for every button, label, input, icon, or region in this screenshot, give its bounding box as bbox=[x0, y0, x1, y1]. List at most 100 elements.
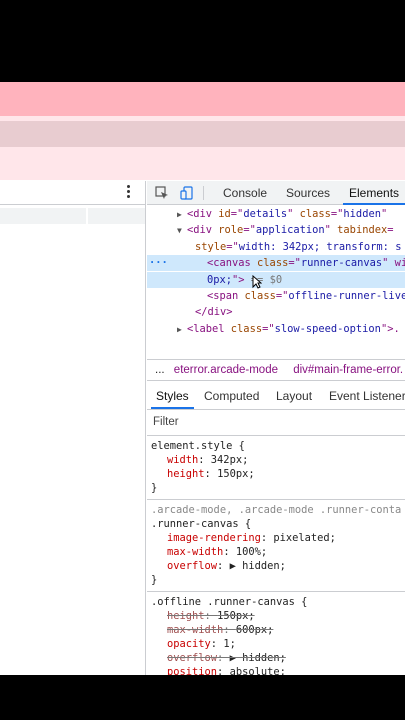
device-toolbar-icon[interactable] bbox=[180, 186, 194, 200]
bottom-letterbox bbox=[0, 675, 405, 720]
css-property-value[interactable]: 342px; bbox=[211, 454, 249, 466]
css-property-name[interactable]: overflow bbox=[167, 652, 217, 664]
dom-token: class bbox=[230, 322, 263, 335]
styles-filter-input[interactable]: Filter bbox=[147, 410, 405, 436]
css-property-value[interactable]: ▶ hidden; bbox=[230, 560, 286, 572]
css-declaration: width: 342px; bbox=[151, 454, 248, 466]
css-colon: : bbox=[217, 666, 230, 675]
dom-token: id bbox=[218, 208, 231, 220]
css-rule-line: element.style { bbox=[151, 439, 405, 453]
css-property-name[interactable]: max-width bbox=[167, 624, 223, 636]
css-rule-line: width: 342px; bbox=[151, 453, 405, 467]
expand-toggle-icon[interactable]: ▶ bbox=[177, 322, 187, 337]
css-property-name[interactable]: overflow bbox=[167, 560, 217, 572]
dom-node-line[interactable]: ▶ <div id="details" class="hidden" bbox=[147, 206, 405, 222]
breadcrumb: ... eterror.arcade-mode div#main-frame-e… bbox=[147, 359, 405, 381]
dom-token: details bbox=[243, 208, 288, 220]
css-colon: : bbox=[223, 624, 236, 636]
dom-token: = bbox=[387, 224, 394, 237]
devtools-panel: Console Sources Elements ▶ <div id="detai… bbox=[147, 181, 405, 675]
css-declaration: max-width: 600px; bbox=[151, 624, 273, 636]
css-declaration: image-rendering: pixelated; bbox=[151, 532, 336, 544]
page-toolbar bbox=[0, 181, 145, 205]
dom-token: ">. bbox=[380, 322, 400, 335]
css-rule-line: opacity: 1; bbox=[151, 637, 405, 651]
css-rule-line: position: absolute; bbox=[151, 665, 405, 675]
dom-node-line[interactable]: 0px;"> == $0 bbox=[147, 271, 405, 288]
dom-node-line[interactable]: ··· <canvas class="runner-canvas" wi bbox=[147, 255, 405, 272]
dom-token: <div bbox=[187, 208, 219, 220]
inspect-element-icon[interactable] bbox=[155, 186, 169, 200]
expand-toggle-icon[interactable]: ▼ bbox=[177, 223, 187, 238]
css-declaration: overflow: ▶ hidden; bbox=[151, 652, 286, 664]
dom-node-dots[interactable]: ··· bbox=[149, 255, 168, 271]
tab-elements[interactable]: Elements bbox=[343, 181, 405, 205]
tab-sources[interactable]: Sources bbox=[286, 181, 330, 205]
breadcrumb-item[interactable]: eterror.arcade-mode bbox=[174, 364, 278, 376]
expand-toggle-icon[interactable]: ▶ bbox=[177, 207, 187, 222]
css-property-value[interactable]: pixelated; bbox=[273, 532, 336, 544]
css-colon: : bbox=[260, 532, 274, 544]
tab-layout[interactable]: Layout bbox=[276, 384, 312, 409]
dom-token: application bbox=[255, 224, 325, 237]
screen: Console Sources Elements ▶ <div id="detai… bbox=[0, 82, 405, 675]
css-rule-line: max-width: 100%; bbox=[151, 545, 405, 559]
css-declaration: overflow: ▶ hidden; bbox=[151, 560, 286, 572]
dom-token: tabindex bbox=[337, 224, 388, 237]
dom-token: <label bbox=[187, 322, 231, 335]
dom-token: class bbox=[244, 290, 276, 302]
tab-console[interactable]: Console bbox=[223, 181, 267, 205]
dom-node-line[interactable]: ▼ <div role="application" tabindex= bbox=[147, 222, 405, 238]
css-property-name[interactable]: position bbox=[167, 666, 217, 675]
breadcrumb-more[interactable]: ... bbox=[155, 364, 165, 376]
css-colon: : bbox=[204, 468, 218, 480]
css-property-value[interactable]: ▶ hidden; bbox=[230, 652, 286, 664]
dom-token: runner-canvas bbox=[300, 257, 383, 270]
dom-node-line[interactable]: ▶ <label class="slow-speed-option">. bbox=[147, 321, 405, 337]
css-selector: .runner-canvas { bbox=[151, 518, 252, 530]
dom-token: =" bbox=[262, 322, 275, 335]
dom-token: </div> bbox=[195, 306, 233, 319]
css-rule[interactable]: .offline .runner-canvas {height: 150px; m… bbox=[147, 592, 405, 675]
tab-styles[interactable]: Styles bbox=[151, 384, 194, 409]
css-property-name[interactable]: image-rendering bbox=[167, 532, 261, 544]
css-property-value[interactable]: 100%; bbox=[236, 546, 267, 558]
tab-computed[interactable]: Computed bbox=[204, 384, 259, 409]
css-property-name[interactable]: width bbox=[167, 454, 198, 466]
dom-token: =" bbox=[288, 257, 301, 270]
page-pane bbox=[0, 181, 146, 675]
css-property-value[interactable]: 150px; bbox=[217, 610, 255, 622]
css-property-name[interactable]: height bbox=[167, 468, 205, 480]
css-rule[interactable]: element.style {width: 342px; height: 150p… bbox=[147, 436, 405, 500]
breadcrumb-item[interactable]: div#main-frame-error. bbox=[293, 364, 403, 376]
dom-token: "> bbox=[232, 273, 245, 286]
css-property-name[interactable]: height bbox=[167, 610, 205, 622]
dom-token: class bbox=[299, 208, 331, 220]
css-rule-close: } bbox=[151, 574, 158, 586]
css-rule[interactable]: .arcade-mode, .arcade-mode .runner-conta… bbox=[147, 500, 405, 592]
dom-token: 0px; bbox=[207, 273, 233, 286]
dom-tree[interactable]: ▶ <div id="details" class="hidden" ▼ <div r… bbox=[147, 205, 405, 359]
tab-event-listeners[interactable]: Event Listeners bbox=[329, 384, 405, 409]
css-property-value[interactable]: 1; bbox=[223, 638, 236, 650]
more-options-icon[interactable] bbox=[127, 185, 131, 199]
css-declaration: height: 150px; bbox=[151, 610, 255, 622]
dom-node-line[interactable]: <span class="offline-runner-live bbox=[147, 288, 405, 304]
css-property-value[interactable]: 600px; bbox=[236, 624, 274, 636]
css-declaration: opacity: 1; bbox=[151, 638, 236, 650]
dom-token: <span bbox=[207, 290, 245, 302]
dom-node-line[interactable]: style="width: 342px; transform: s bbox=[147, 239, 405, 255]
dom-token: class bbox=[257, 257, 289, 270]
css-property-name[interactable]: opacity bbox=[167, 638, 211, 650]
css-property-value[interactable]: absolute; bbox=[230, 666, 286, 675]
css-property-value[interactable]: 150px; bbox=[217, 468, 255, 480]
css-declaration: max-width: 100%; bbox=[151, 546, 267, 558]
css-property-name[interactable]: max-width bbox=[167, 546, 223, 558]
dom-node-line[interactable]: </div> bbox=[147, 304, 405, 320]
dom-token: =" bbox=[230, 208, 244, 220]
page-strip bbox=[0, 208, 145, 224]
dom-token: =" bbox=[275, 290, 289, 302]
dom-token: <canvas bbox=[207, 257, 258, 270]
dom-token: =" bbox=[243, 224, 256, 237]
dom-token: =" bbox=[226, 240, 239, 253]
